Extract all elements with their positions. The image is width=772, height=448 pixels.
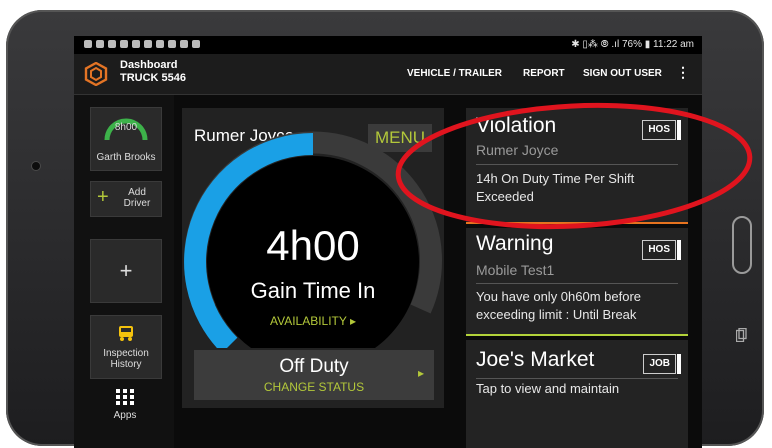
add-driver-label: Add Driver [123, 187, 151, 209]
card-title: Joe's Market [476, 348, 595, 371]
chevron-right-icon: ▸ [418, 366, 425, 380]
more-options-icon[interactable]: ⋮ [676, 64, 690, 81]
notification-icons [84, 40, 200, 48]
driver-tile-garth[interactable]: 8h00 Garth Brooks [90, 107, 162, 171]
inspection-history-button[interactable]: Inspection History [90, 315, 162, 379]
warning-accent-line [466, 334, 688, 336]
red-annotation-circle [395, 102, 753, 230]
notification-icon [192, 40, 200, 48]
nav-sign-out-user[interactable]: SIGN OUT USER [583, 68, 662, 79]
nav-vehicle-trailer[interactable]: VEHICLE / TRAILER [407, 68, 502, 79]
notification-icon [108, 40, 116, 48]
notification-icon [180, 40, 188, 48]
inspection-label: Inspection History [103, 348, 149, 370]
add-driver-button[interactable]: + Add Driver [90, 181, 162, 217]
job-tag: JOB [643, 354, 681, 374]
toolbar-title: Dashboard TRUCK 5546 [120, 59, 186, 85]
notification-icon [84, 40, 92, 48]
app-toolbar: Dashboard TRUCK 5546 VEHICLE / TRAILER R… [74, 54, 702, 95]
apps-label: Apps [113, 410, 137, 421]
hos-tag: HOS [642, 240, 681, 260]
card-divider [476, 283, 678, 284]
driver-time: 8h00 [114, 122, 138, 133]
duty-status: Off Duty [279, 356, 349, 377]
driver-name: Garth Brooks [96, 152, 156, 163]
app-screen: ✱ ▯⁂ ⦾ .ıl 76% ▮ 11:22 am Dashboard TRUC… [74, 36, 702, 448]
front-camera [32, 162, 40, 170]
job-card[interactable]: Joe's Market JOB Tap to view and maintai… [466, 340, 688, 448]
card-title: Warning [476, 232, 554, 255]
notification-icon [144, 40, 152, 48]
card-body: Tap to view and maintain [476, 381, 620, 396]
card-subtitle: Mobile Test1 [476, 262, 555, 278]
status-clock-text: ✱ ▯⁂ ⦾ .ıl 76% ▮ 11:22 am [571, 39, 694, 50]
notification-icon [96, 40, 104, 48]
truck-subtitle: TRUCK 5546 [120, 72, 187, 84]
notification-icon [132, 40, 140, 48]
apps-grid-icon [116, 389, 134, 405]
add-icon: + [97, 186, 109, 208]
status-right: ✱ ▯⁂ ⦾ .ıl 76% ▮ 11:22 am [571, 39, 694, 50]
notification-icon [168, 40, 176, 48]
card-divider [476, 378, 678, 379]
notification-icon [120, 40, 128, 48]
recent-apps-icon[interactable] [736, 328, 747, 342]
apps-button[interactable]: Apps [90, 385, 160, 433]
driver-sidebar: 8h00 Garth Brooks + Add Driver + Inspect… [74, 95, 174, 448]
app-logo-icon [84, 62, 108, 86]
android-status-bar: ✱ ▯⁂ ⦾ .ıl 76% ▮ 11:22 am [74, 36, 702, 54]
change-status-label: CHANGE STATUS [263, 380, 365, 394]
truck-icon [119, 326, 133, 341]
dashboard-title: Dashboard [120, 59, 178, 71]
change-status-button[interactable]: Off Duty CHANGE STATUS ▸ [194, 350, 434, 400]
availability-link[interactable]: AVAILABILITY ▸ [182, 314, 444, 328]
add-tile-button[interactable]: + [90, 239, 162, 303]
gauge-subtitle: Gain Time In [250, 278, 376, 303]
card-body: You have only 0h60m before exceeding lim… [476, 289, 642, 322]
notification-icon [156, 40, 164, 48]
warning-card[interactable]: Warning HOS Mobile Test1 You have only 0… [466, 228, 688, 334]
nav-report[interactable]: REPORT [523, 68, 565, 79]
